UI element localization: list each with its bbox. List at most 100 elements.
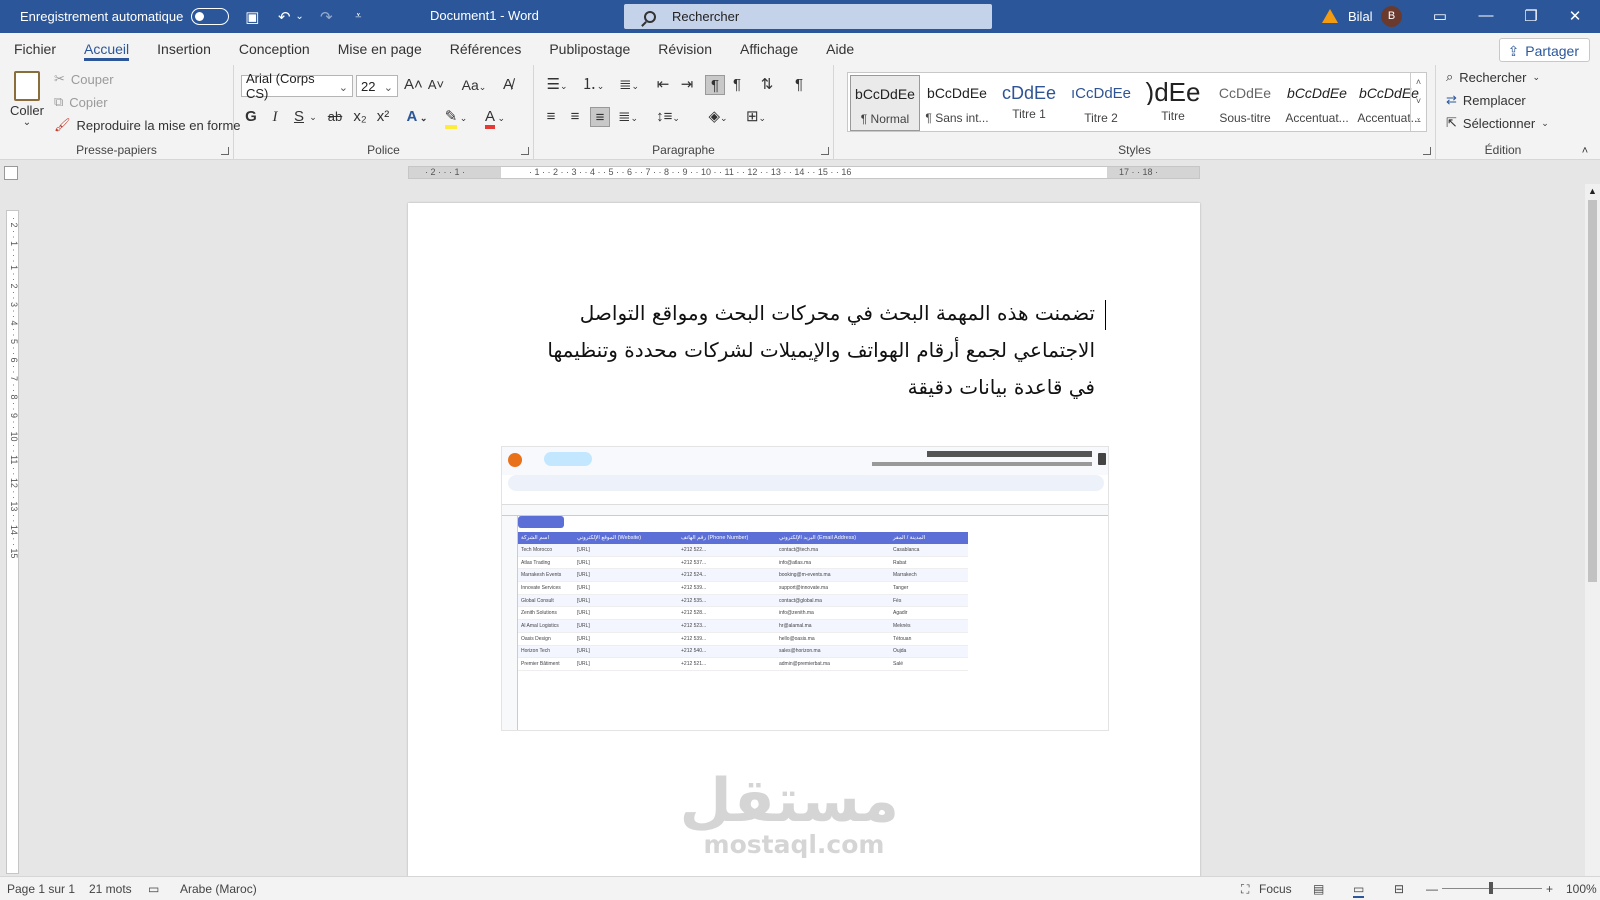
style-emphasis-1[interactable]: bCcDdEe Accentuat... (1282, 75, 1352, 131)
change-case-button[interactable]: Aa⌄ (458, 75, 490, 95)
increase-indent-icon[interactable]: ⇥ (678, 75, 696, 95)
web-layout-icon[interactable]: ⊟ (1394, 882, 1404, 896)
italic-button[interactable]: I (266, 107, 284, 127)
undo-icon[interactable]: ↶ (275, 8, 293, 26)
font-size-combo[interactable]: 22 (356, 75, 398, 97)
tab-mise-en-page[interactable]: Mise en page (324, 33, 436, 65)
clear-formatting-icon[interactable]: A̸ (498, 75, 518, 95)
paste-button[interactable]: Coller ⌄ (10, 71, 44, 128)
sort-icon[interactable]: ⇅ (758, 75, 776, 95)
vertical-ruler[interactable]: · 2 · · 1 · · · 1 · · 2 · · 3 · · 4 · · … (6, 210, 19, 874)
subscript-button[interactable]: x₂ (351, 107, 369, 127)
shading-icon[interactable]: ◈⌄ (702, 107, 734, 127)
vertical-scrollbar[interactable]: ▲ (1585, 184, 1600, 884)
scroll-up-icon[interactable]: ▲ (1585, 186, 1600, 196)
find-button[interactable]: ⌕ Rechercher ⌄ (1446, 69, 1540, 85)
document-page[interactable]: تضمنت هذه المهمة البحث في محركات البحث و… (408, 203, 1200, 883)
superscript-button[interactable]: x² (374, 107, 392, 127)
save-icon[interactable]: ▣ (243, 8, 261, 26)
sheet-table: اسم الشركة الموقع الإلكتروني (Website) ر… (518, 532, 968, 671)
avatar[interactable]: B (1381, 6, 1402, 27)
search-box[interactable]: Rechercher (624, 4, 992, 29)
close-icon[interactable]: ✕ (1565, 7, 1585, 25)
shrink-font-icon[interactable]: A˅ (427, 75, 445, 95)
ribbon-display-icon[interactable]: ▭ (1430, 7, 1450, 25)
highlight-icon[interactable]: ✎ ⌄ (441, 107, 471, 129)
align-right-icon[interactable]: ≡ (590, 107, 610, 127)
style-heading2[interactable]: ıCcDdEe Titre 2 (1066, 75, 1136, 131)
strikethrough-button[interactable]: ab (326, 107, 344, 127)
page-count[interactable]: Page 1 sur 1 (7, 882, 75, 896)
replace-button[interactable]: ⇄ Remplacer (1446, 92, 1526, 108)
paragraph-launcher-icon[interactable] (821, 147, 829, 155)
zoom-out-icon[interactable]: — (1426, 882, 1438, 896)
format-painter-button[interactable]: 🖌 Reproduire la mise en forme (54, 117, 241, 133)
collapse-ribbon-icon[interactable]: ˄ (1578, 141, 1592, 161)
decrease-indent-icon[interactable]: ⇤ (654, 75, 672, 95)
underline-button[interactable]: S (290, 107, 308, 127)
tab-publipostage[interactable]: Publipostage (535, 33, 644, 65)
underline-dropdown-icon[interactable]: ⌄ (308, 107, 318, 127)
tab-accueil[interactable]: Accueil (70, 33, 143, 65)
word-count[interactable]: 21 mots (89, 882, 132, 896)
bullets-icon[interactable]: ☰⌄ (542, 75, 572, 95)
style-normal[interactable]: bCcDdEe ¶ Normal (850, 75, 920, 131)
style-title[interactable]: )dEe Titre (1138, 75, 1208, 131)
justify-icon[interactable]: ≣⌄ (614, 107, 642, 127)
minimize-icon[interactable]: — (1476, 7, 1496, 24)
grow-font-icon[interactable]: A˄ (404, 75, 423, 95)
style-no-spacing[interactable]: bCcDdEe ¶ Sans int... (922, 75, 992, 131)
document-paragraph[interactable]: تضمنت هذه المهمة البحث في محركات البحث و… (515, 295, 1095, 406)
focus-label[interactable]: Focus (1259, 882, 1292, 896)
tab-conception[interactable]: Conception (225, 33, 324, 65)
focus-icon[interactable]: ⛶ (1241, 882, 1249, 897)
copy-button[interactable]: ⧉ Copier (54, 94, 108, 110)
undo-dropdown-icon[interactable]: ⌄ (295, 11, 303, 22)
autosave-toggle[interactable] (191, 8, 230, 25)
horizontal-ruler[interactable]: · 2 · · · 1 · · 1 · · 2 · · 3 · · 4 · · … (408, 166, 1200, 179)
zoom-level[interactable]: 100% (1566, 882, 1597, 896)
share-button[interactable]: ⇪ Partager (1498, 38, 1590, 62)
multilevel-list-icon[interactable]: ≣⌄ (614, 75, 644, 95)
tab-affichage[interactable]: Affichage (726, 33, 812, 65)
customize-toolbar-icon[interactable]: ⩡ (349, 10, 367, 23)
tab-selector[interactable] (4, 166, 18, 180)
style-subtitle[interactable]: CcDdEe Sous-titre (1210, 75, 1280, 131)
styles-launcher-icon[interactable] (1423, 147, 1431, 155)
redo-icon[interactable]: ↷ (317, 8, 335, 26)
align-center-icon[interactable]: ≡ (566, 107, 584, 127)
warning-icon[interactable] (1322, 9, 1338, 23)
zoom-slider-thumb[interactable] (1489, 882, 1493, 894)
scroll-thumb[interactable] (1588, 200, 1597, 582)
tab-fichier[interactable]: Fichier (0, 33, 70, 65)
style-heading1[interactable]: cDdEe Titre 1 (994, 75, 1064, 131)
user-name[interactable]: Bilal (1348, 9, 1373, 24)
font-color-icon[interactable]: A ⌄ (480, 107, 510, 129)
embedded-spreadsheet-image[interactable]: اسم الشركة الموقع الإلكتروني (Website) ر… (501, 446, 1109, 731)
proofing-icon[interactable]: ▭ (148, 882, 159, 896)
tab-references[interactable]: Références (436, 33, 536, 65)
tab-insertion[interactable]: Insertion (143, 33, 225, 65)
show-marks-icon[interactable]: ¶ (790, 75, 808, 95)
borders-icon[interactable]: ⊞⌄ (740, 107, 772, 127)
tab-aide[interactable]: Aide (812, 33, 868, 65)
clipboard-launcher-icon[interactable] (221, 147, 229, 155)
tab-revision[interactable]: Révision (644, 33, 726, 65)
print-layout-icon[interactable]: ▭ (1353, 882, 1365, 898)
select-button[interactable]: ⇱ Sélectionner ⌄ (1446, 115, 1549, 131)
align-left-icon[interactable]: ≡ (542, 107, 560, 127)
text-effects-icon[interactable]: A ⌄ (404, 107, 430, 127)
language[interactable]: Arabe (Maroc) (180, 882, 257, 896)
bold-button[interactable]: G (242, 107, 260, 127)
line-spacing-icon[interactable]: ↕≡⌄ (652, 107, 684, 127)
zoom-in-icon[interactable]: + (1546, 882, 1553, 896)
numbering-icon[interactable]: ⒈⌄ (578, 75, 608, 95)
cut-button[interactable]: ✂ Couper (54, 71, 114, 87)
ltr-direction-icon[interactable]: ¶ (728, 75, 746, 95)
read-mode-icon[interactable]: ▤ (1313, 882, 1324, 896)
styles-scroll[interactable]: ˄ ˅ ⩡ (1410, 73, 1426, 131)
restore-icon[interactable]: ❐ (1521, 7, 1541, 25)
font-launcher-icon[interactable] (521, 147, 529, 155)
font-name-combo[interactable]: Arial (Corps CS) (241, 71, 353, 101)
rtl-direction-icon[interactable]: ¶ (705, 75, 725, 95)
